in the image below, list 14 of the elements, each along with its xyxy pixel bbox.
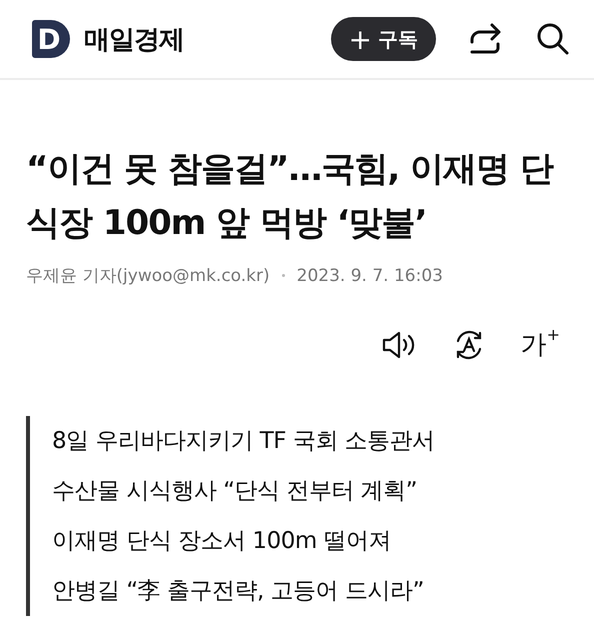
summary-line: 이재명 단식 장소서 100m 떨어져: [52, 527, 392, 556]
logo[interactable]: D: [32, 20, 70, 58]
brand-name: 매일경제: [84, 24, 184, 56]
separator-dot: [282, 274, 285, 277]
summary-line: 8일 우리바다지키기 TF 국회 소통관서: [52, 427, 436, 456]
article-title: “이건 못 참을걸”…국힘, 이재명 단식장 100m 앞 먹방 ‘맞불’: [26, 148, 554, 245]
summary-line: 안병길 “李 출구전략, 고등어 드시라”: [52, 577, 425, 606]
font-size-button[interactable]: 가$^{+}$: [520, 327, 560, 362]
speaker-icon[interactable]: [380, 330, 417, 360]
publish-date: 2023. 9. 7. 16:03: [296, 266, 443, 286]
byline: 우제윤 기자(jywoo@mk.co.kr): [26, 265, 270, 287]
subscribe-button[interactable]: + 구독: [330, 17, 436, 61]
search-icon[interactable]: [536, 22, 570, 56]
summary-line: 수산물 시식행사 “단식 전부터 계획”: [52, 477, 418, 506]
